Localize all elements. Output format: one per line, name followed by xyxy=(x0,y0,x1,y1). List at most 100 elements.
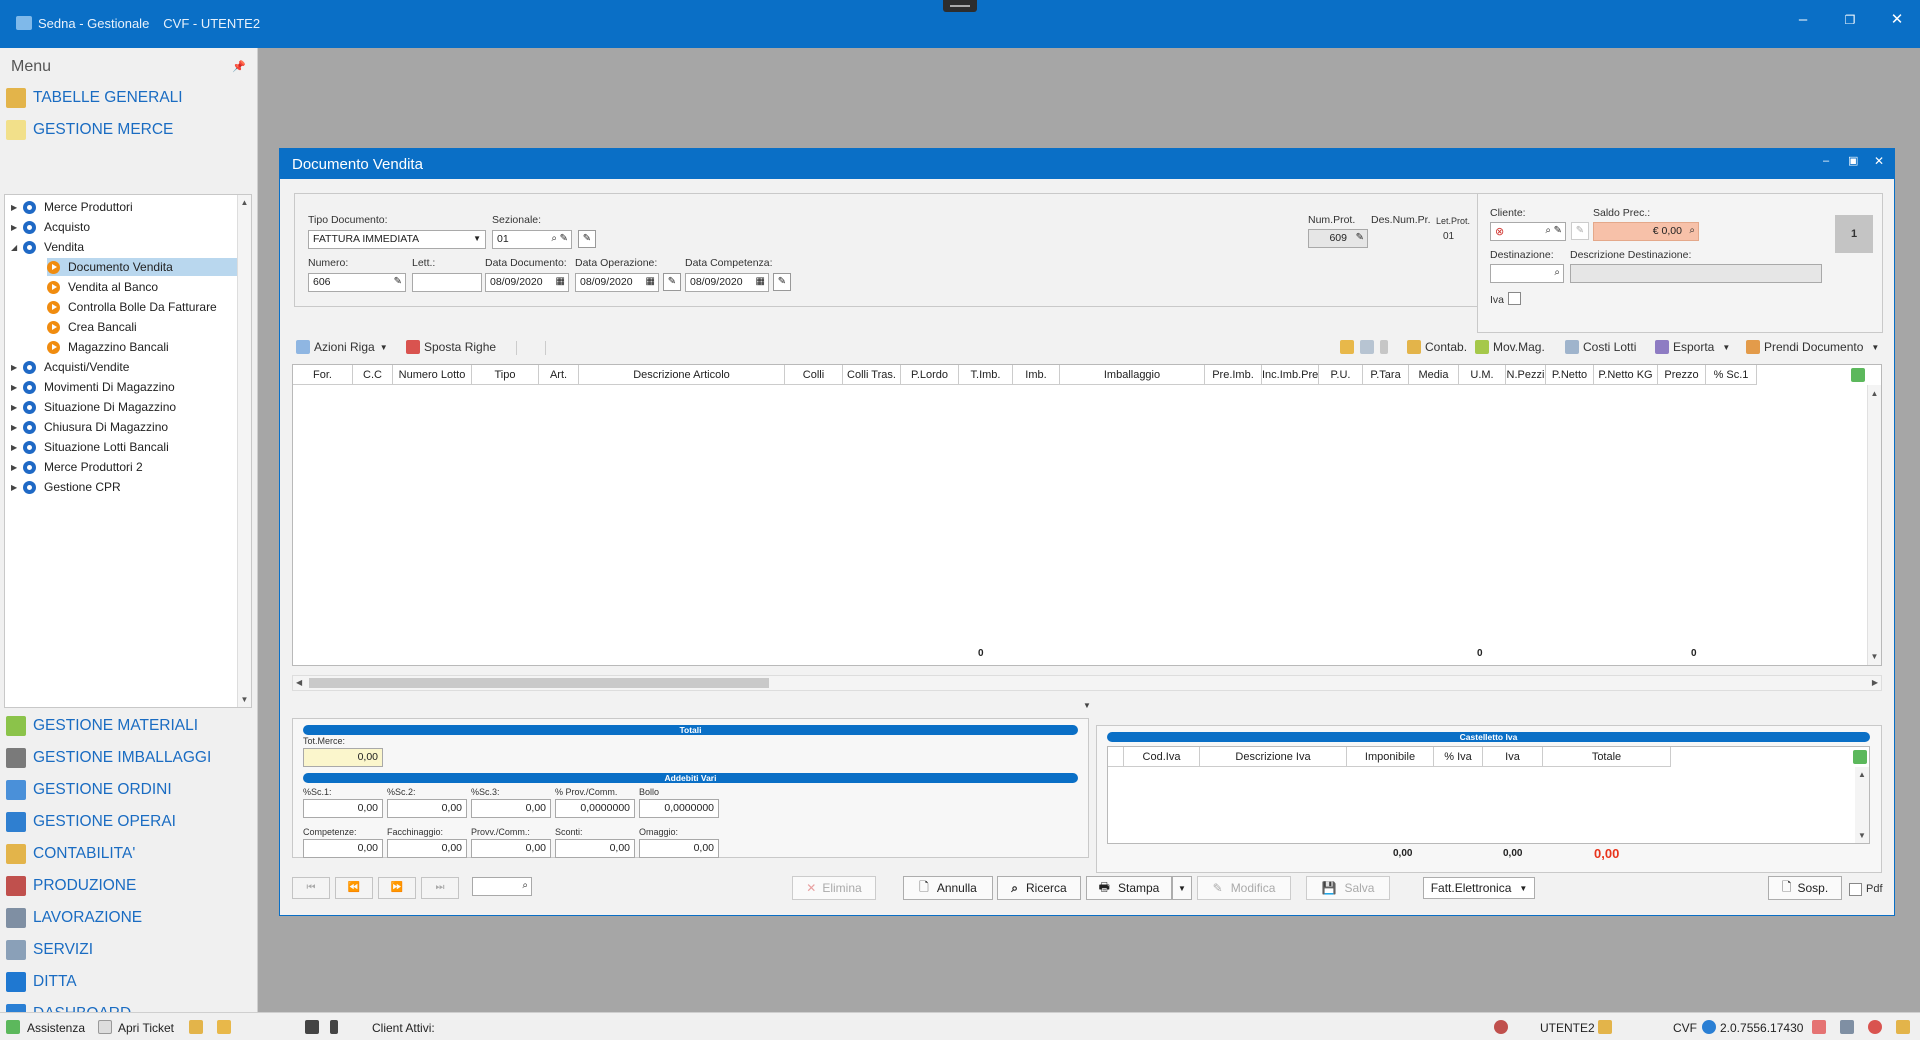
num-prot-input[interactable]: 609 ✎ xyxy=(1308,229,1368,248)
apri-ticket-link[interactable]: Apri Ticket xyxy=(118,1021,174,1035)
data-operazione-input[interactable]: 08/09/2020 ▦ xyxy=(575,273,659,292)
pdf-checkbox[interactable] xyxy=(1849,883,1862,896)
sconti-input[interactable]: 0,00 xyxy=(555,839,635,858)
sosp-button[interactable]: 🗋 Sosp. xyxy=(1768,876,1842,900)
sezionale-input[interactable]: 01 ⌕ ✎ xyxy=(492,230,572,249)
minimize-button[interactable]: – xyxy=(1791,10,1815,30)
column-header-colli[interactable]: Colli xyxy=(785,365,843,385)
tree-item-controlla-bolle-da-fatturare[interactable]: Controlla Bolle Da Fatturare xyxy=(47,298,227,316)
salva-button[interactable]: 💾 Salva xyxy=(1306,876,1390,900)
facchinaggio-input[interactable]: 0,00 xyxy=(387,839,467,858)
column-header-art[interactable]: Art. xyxy=(539,365,579,385)
data-documento-input[interactable]: 08/09/2020 ▦ xyxy=(485,273,569,292)
tree-item-magazzino-bancali[interactable]: Magazzino Bancali xyxy=(47,338,179,356)
mov-mag-button[interactable]: Mov.Mag. xyxy=(1475,340,1545,354)
column-header-tipo[interactable]: Tipo xyxy=(472,365,539,385)
column-header-colli-tras[interactable]: Colli Tras. xyxy=(843,365,901,385)
edit-icon[interactable]: ✎ xyxy=(560,233,568,244)
folder-button[interactable] xyxy=(1340,340,1358,354)
prendi-documento-button[interactable]: Prendi Documento ▼ xyxy=(1746,340,1879,354)
menu-category-gestione-materiali[interactable]: GESTIONE MATERIALI xyxy=(6,714,198,738)
notes-icon[interactable] xyxy=(1896,1020,1910,1034)
expanded-arrow-icon[interactable]: ◢ xyxy=(11,243,23,252)
window-maximize-button[interactable]: ▣ xyxy=(1848,154,1858,167)
menu-category-contabilita[interactable]: CONTABILITA' xyxy=(6,842,135,866)
tree-item-vendita-al-banco[interactable]: Vendita al Banco xyxy=(47,278,168,296)
menu-category-ditta[interactable]: DITTA xyxy=(6,970,77,994)
castelletto-column-imponibile[interactable]: Imponibile xyxy=(1347,747,1434,767)
numero-input[interactable]: 606 ✎ xyxy=(308,273,406,292)
menu-category-servizi[interactable]: SERVIZI xyxy=(6,938,93,962)
castelletto-export-icon[interactable] xyxy=(1853,750,1867,764)
window-minimize-button[interactable]: – xyxy=(1823,155,1829,167)
data-competenza-edit-button[interactable]: ✎ xyxy=(773,273,791,291)
prov-comm-input[interactable]: 0,0000000 xyxy=(555,799,635,818)
ricerca-button[interactable]: ⌕ Ricerca xyxy=(997,876,1081,900)
pin-icon[interactable]: 📌 xyxy=(232,60,246,73)
elimina-button[interactable]: ✕ Elimina xyxy=(792,876,876,900)
tree-item-crea-bancali[interactable]: Crea Bancali xyxy=(47,318,147,336)
column-header-p-u[interactable]: P.U. xyxy=(1319,365,1363,385)
fatt-elettronica-select[interactable]: Fatt.Elettronica ▼ xyxy=(1423,877,1535,899)
castelletto-column-iva[interactable]: % Iva xyxy=(1434,747,1483,767)
azioni-riga-button[interactable]: Azioni Riga ▼ xyxy=(296,340,388,354)
castelletto-column-iva[interactable]: Iva xyxy=(1483,747,1543,767)
qr-icon[interactable] xyxy=(305,1020,319,1034)
column-header-p-netto[interactable]: P.Netto xyxy=(1546,365,1594,385)
expand-arrow-icon[interactable]: ▶ xyxy=(11,403,23,412)
stampa-dropdown-button[interactable]: ▼ xyxy=(1172,876,1192,900)
menu-category-gestione-imballaggi[interactable]: GESTIONE IMBALLAGGI xyxy=(6,746,211,770)
column-header-t-imb[interactable]: T.Imb. xyxy=(959,365,1013,385)
provv-comm-input[interactable]: 0,00 xyxy=(471,839,551,858)
tot-merce-input[interactable]: 0,00 xyxy=(303,748,383,767)
omaggio-input[interactable]: 0,00 xyxy=(639,839,719,858)
search-icon[interactable]: ⌕ xyxy=(551,233,557,244)
bollo-input[interactable]: 0,0000000 xyxy=(639,799,719,818)
expand-arrow-icon[interactable]: ▶ xyxy=(11,443,23,452)
search-icon[interactable]: ⌕ xyxy=(1545,225,1551,236)
cliente-input[interactable]: ⊗ ⌕ ✎ xyxy=(1490,222,1566,241)
castelletto-grid[interactable]: Cod.Iva Descrizione Iva Imponibile% Iva Iva… xyxy=(1107,746,1870,844)
drag-grip-icon[interactable] xyxy=(943,0,977,12)
expand-arrow-icon[interactable]: ▶ xyxy=(11,363,23,372)
tree-item-acquisti-vendite[interactable]: ▶ Acquisti/Vendite xyxy=(11,358,129,376)
column-header-imballaggio[interactable]: Imballaggio xyxy=(1060,365,1205,385)
grid-export-icon[interactable] xyxy=(1851,368,1865,382)
sezionale-edit-button[interactable]: ✎ xyxy=(578,230,596,248)
esporta-button[interactable]: Esporta ▼ xyxy=(1655,340,1730,354)
column-header-pre-imb[interactable]: Pre.Imb. xyxy=(1205,365,1262,385)
column-header-sc-1[interactable]: % Sc.1 xyxy=(1706,365,1757,385)
menu-category-gestione-merce[interactable]: GESTIONE MERCE xyxy=(6,118,173,142)
assistenza-link[interactable]: Assistenza xyxy=(27,1021,85,1035)
mobile-icon[interactable] xyxy=(330,1020,338,1034)
calendar-icon[interactable]: ▦ xyxy=(556,276,565,287)
menu-category-produzione[interactable]: PRODUZIONE xyxy=(6,874,136,898)
menu-category-gestione-ordini[interactable]: GESTIONE ORDINI xyxy=(6,778,172,802)
edit-icon[interactable]: ✎ xyxy=(1356,232,1364,243)
menu-category-gestione-operai[interactable]: GESTIONE OPERAI xyxy=(6,810,176,834)
righe-grid[interactable]: For. C.C Numero Lotto Tipo Art. Descrizione A… xyxy=(292,364,1882,666)
tree-item-situazione-lotti-bancali[interactable]: ▶ Situazione Lotti Bancali xyxy=(11,438,169,456)
castelletto-column-cod-iva[interactable]: Cod.Iva xyxy=(1124,747,1200,767)
expand-arrow-icon[interactable]: ▶ xyxy=(11,483,23,492)
competenze-input[interactable]: 0,00 xyxy=(303,839,383,858)
stampa-button[interactable]: 🖶 Stampa xyxy=(1086,876,1172,900)
attachment-button[interactable] xyxy=(1380,340,1392,354)
tree-item-acquisto[interactable]: ▶ Acquisto xyxy=(11,218,90,236)
nav-first-button[interactable]: ⏮ xyxy=(292,877,330,899)
expand-arrow-icon[interactable]: ▶ xyxy=(11,463,23,472)
calendar-icon[interactable]: ▦ xyxy=(646,276,655,287)
expand-arrow-icon[interactable]: ▶ xyxy=(11,423,23,432)
modifica-button[interactable]: ✎ Modifica xyxy=(1197,876,1291,900)
tables-icon[interactable] xyxy=(189,1020,203,1034)
window-close-button[interactable]: ✕ xyxy=(1874,154,1884,168)
search-icon[interactable]: ⌕ xyxy=(1554,267,1560,278)
expand-arrow-icon[interactable]: ▶ xyxy=(11,383,23,392)
tree-item-merce-produttori-2[interactable]: ▶ Merce Produttori 2 xyxy=(11,458,143,476)
column-header-p-netto-kg[interactable]: P.Netto KG xyxy=(1594,365,1658,385)
tree-item-documento-vendita[interactable]: Documento Vendita xyxy=(47,258,239,276)
folder-icon[interactable] xyxy=(217,1020,231,1034)
lett-input[interactable] xyxy=(412,273,482,292)
tree-item-chiusura-di-magazzino[interactable]: ▶ Chiusura Di Magazzino xyxy=(11,418,168,436)
castelletto-column-totale[interactable]: Totale xyxy=(1543,747,1671,767)
